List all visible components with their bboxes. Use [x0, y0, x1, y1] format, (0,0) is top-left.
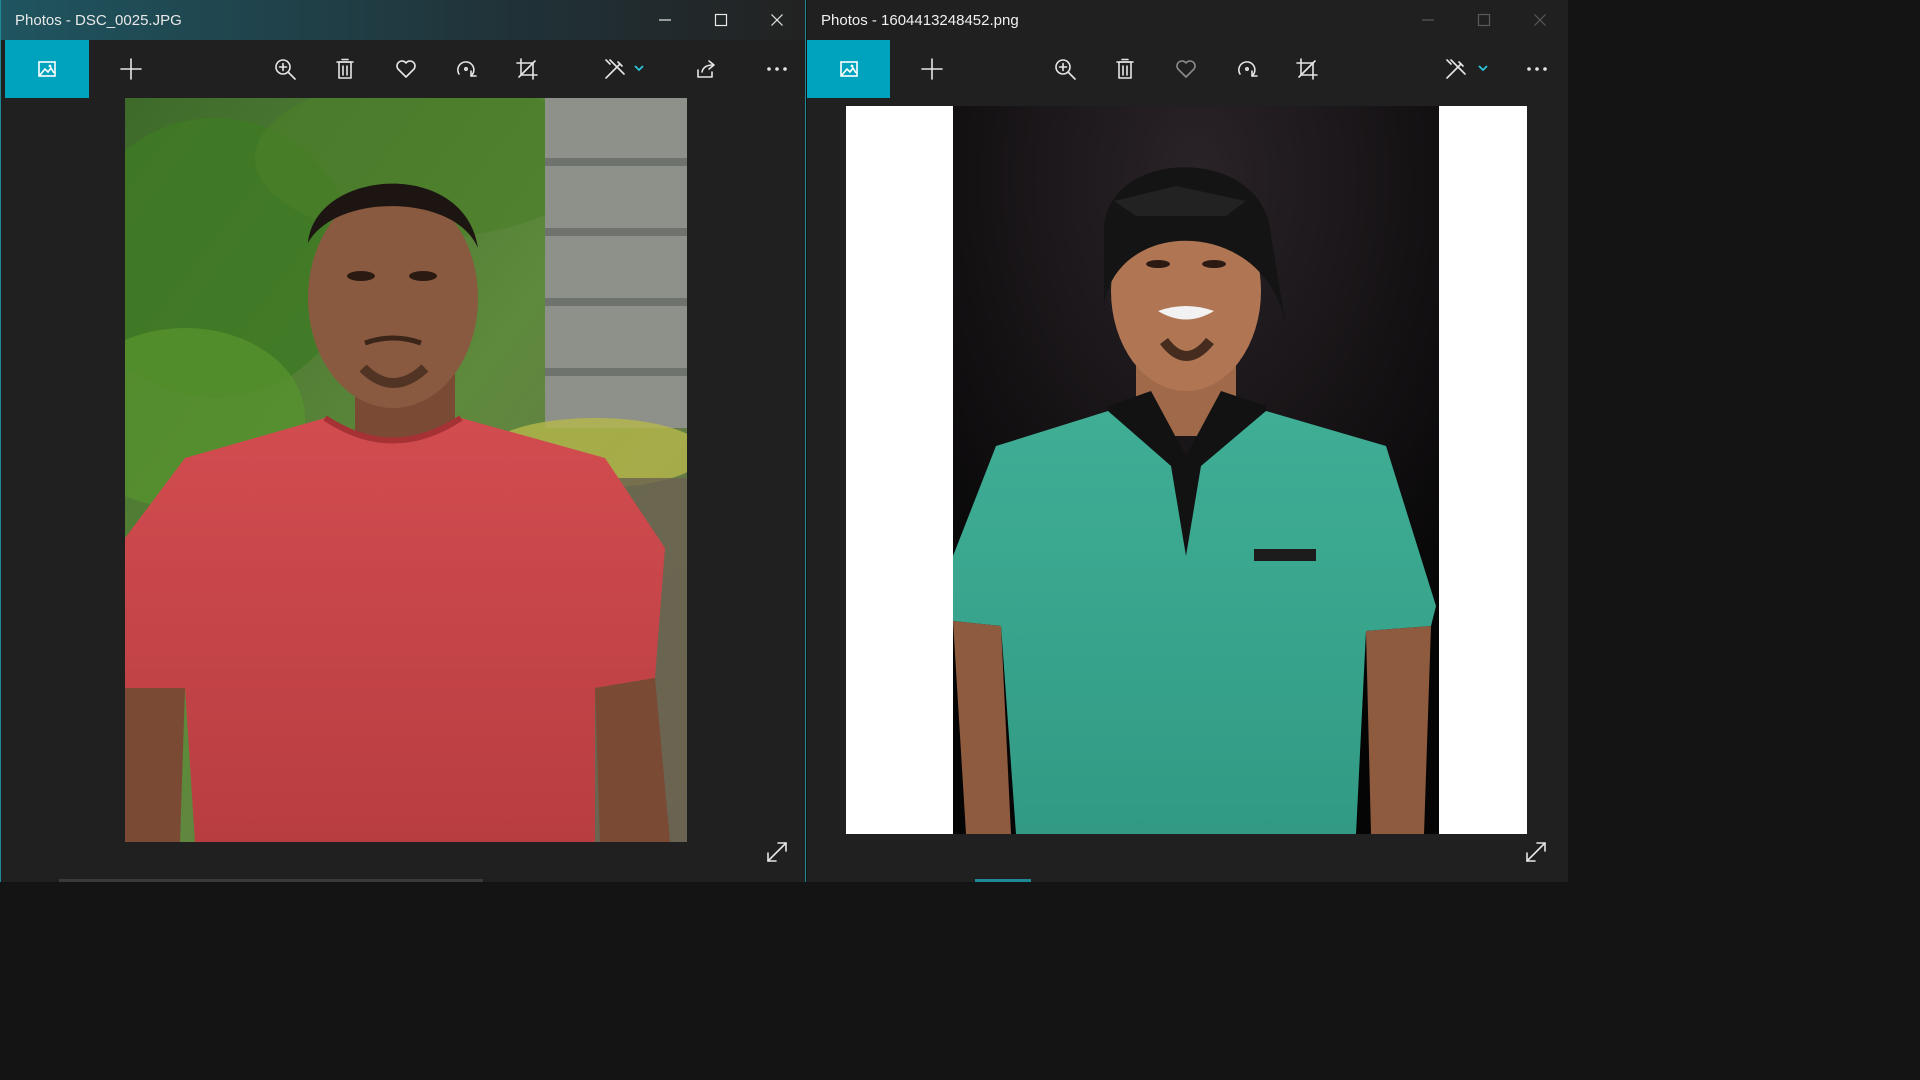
maximize-button[interactable]: [1456, 0, 1512, 40]
close-button[interactable]: [1512, 0, 1568, 40]
share-button[interactable]: [678, 40, 734, 98]
toolbar: [807, 40, 1568, 98]
edit-icon: [605, 59, 625, 79]
photo-view-icon: [839, 61, 858, 77]
photo-view-icon: [38, 61, 56, 77]
scroll-indicator: [59, 879, 483, 882]
crop-button[interactable]: [1279, 40, 1335, 98]
add-button[interactable]: [904, 40, 960, 98]
photos-window-left: Photos - DSC_0025.JPG: [0, 0, 806, 882]
photo-view-button[interactable]: [5, 40, 89, 98]
add-icon: [921, 58, 943, 80]
edit-dropdown-button[interactable]: [633, 60, 645, 78]
chevron-down-icon: [634, 65, 644, 72]
add-icon: [120, 58, 142, 80]
more-button[interactable]: [749, 40, 805, 98]
minimize-button[interactable]: [637, 0, 693, 40]
add-button[interactable]: [103, 40, 159, 98]
rotate-icon: [1238, 61, 1258, 77]
photo-garden-portrait: [125, 98, 687, 842]
photo-studio-portrait: [846, 106, 1527, 834]
title-bar[interactable]: Photos - 1604413248452.png: [807, 0, 1568, 40]
chevron-down-icon: [1478, 65, 1488, 72]
window-title: Photos - DSC_0025.JPG: [15, 12, 182, 29]
delete-icon: [1116, 58, 1134, 79]
edit-create-button[interactable]: [1428, 40, 1484, 98]
crop-icon: [1296, 58, 1318, 80]
edit-icon: [1446, 59, 1466, 79]
more-button[interactable]: [1509, 40, 1565, 98]
favorite-icon: [396, 60, 416, 78]
share-icon: [697, 60, 715, 78]
expand-icon: [767, 842, 787, 862]
zoom-in-icon: [275, 59, 296, 80]
minimize-icon: [1422, 19, 1434, 21]
favorite-button[interactable]: [1158, 40, 1214, 98]
window-title: Photos - 1604413248452.png: [821, 12, 1019, 29]
title-bar[interactable]: Photos - DSC_0025.JPG: [1, 0, 805, 40]
favorite-button[interactable]: [378, 40, 434, 98]
zoom-button[interactable]: [257, 40, 313, 98]
photo-image[interactable]: [125, 98, 687, 842]
crop-button[interactable]: [499, 40, 555, 98]
maximize-icon: [1477, 13, 1491, 27]
caption-buttons: [637, 0, 805, 40]
maximize-button[interactable]: [693, 0, 749, 40]
edit-dropdown-button[interactable]: [1477, 60, 1489, 78]
fullscreen-button[interactable]: [757, 832, 797, 872]
delete-button[interactable]: [1097, 40, 1153, 98]
more-icon: [1527, 67, 1547, 71]
rotate-button[interactable]: [1219, 40, 1275, 98]
more-icon: [767, 67, 787, 71]
caption-buttons: [1400, 0, 1568, 40]
toolbar: [1, 40, 805, 98]
delete-icon: [336, 58, 354, 79]
favorite-icon: [1176, 60, 1196, 78]
scroll-indicator: [975, 879, 1031, 882]
photos-window-right: Photos - 1604413248452.png: [807, 0, 1568, 882]
crop-icon: [516, 58, 538, 80]
expand-icon: [1526, 842, 1546, 862]
photo-image[interactable]: [846, 106, 1527, 834]
close-icon: [771, 14, 783, 26]
fullscreen-button[interactable]: [1516, 832, 1556, 872]
maximize-icon: [714, 13, 728, 27]
zoom-in-icon: [1055, 59, 1076, 80]
photo-view-button[interactable]: [807, 40, 890, 98]
rotate-icon: [457, 61, 477, 77]
close-button[interactable]: [749, 0, 805, 40]
rotate-button[interactable]: [438, 40, 494, 98]
minimize-icon: [659, 19, 671, 21]
delete-button[interactable]: [317, 40, 373, 98]
minimize-button[interactable]: [1400, 0, 1456, 40]
close-icon: [1534, 14, 1546, 26]
zoom-button[interactable]: [1037, 40, 1093, 98]
